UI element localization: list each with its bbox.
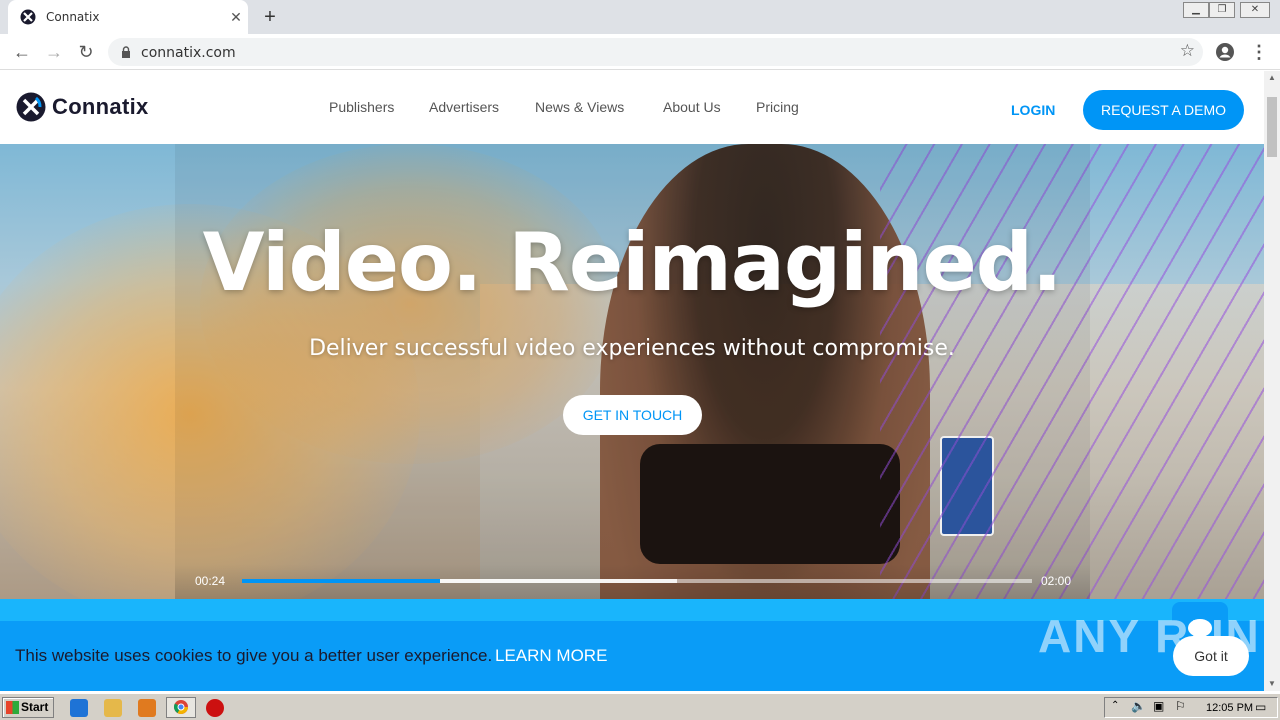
tab-close-icon[interactable]: ✕: [224, 9, 248, 26]
internet-explorer-icon[interactable]: [70, 699, 88, 717]
speaker-icon[interactable]: 🔈: [1131, 699, 1146, 713]
start-label: Start: [21, 700, 49, 714]
tab-title: Connatix: [46, 10, 100, 24]
video-progress-bar[interactable]: [242, 579, 1032, 583]
windows-taskbar: Start ⌃ 🔈 ▣ ⚐ ▭ 12:05 PM: [0, 693, 1280, 720]
profile-avatar-icon[interactable]: [1215, 42, 1235, 62]
browser-tab[interactable]: Connatix ✕: [8, 0, 248, 34]
new-tab-button[interactable]: +: [258, 5, 282, 29]
reload-icon[interactable]: ↻: [74, 40, 98, 64]
login-link[interactable]: LOGIN: [1011, 102, 1055, 118]
current-time: 00:24: [195, 574, 226, 588]
web-page: Connatix Publishers Advertisers News & V…: [0, 71, 1264, 691]
hero-headline: Video. Reimagined.: [202, 216, 1063, 309]
network-icon[interactable]: ▣: [1153, 699, 1164, 713]
connatix-logo-icon: [16, 92, 46, 122]
close-window-button[interactable]: ✕: [1240, 2, 1270, 18]
lock-icon: [122, 46, 130, 58]
got-it-button[interactable]: Got it: [1173, 636, 1249, 676]
page-scrollbar[interactable]: ▲ ▼: [1264, 71, 1280, 691]
browser-toolbar: ← → ↻ connatix.com ☆ ⋮: [0, 34, 1280, 70]
media-player-icon[interactable]: [138, 699, 156, 717]
request-demo-button[interactable]: REQUEST A DEMO: [1083, 90, 1244, 130]
hero-subheadline: Deliver successful video experiences wit…: [309, 336, 955, 361]
address-bar[interactable]: connatix.com ☆: [108, 38, 1203, 66]
minimize-window-button[interactable]: ▁: [1183, 2, 1209, 18]
show-desktop-icon[interactable]: ▭: [1255, 700, 1266, 714]
chrome-icon: [173, 700, 188, 714]
bookmark-star-icon[interactable]: ☆: [1180, 41, 1195, 61]
chrome-taskbar-button[interactable]: [166, 697, 196, 718]
learn-more-link[interactable]: LEARN MORE: [495, 646, 607, 666]
nav-pricing[interactable]: Pricing: [756, 99, 799, 115]
total-time: 02:00: [1041, 574, 1072, 588]
cookie-banner: ANY RUN This website uses cookies to giv…: [0, 599, 1264, 691]
start-button[interactable]: Start: [2, 697, 54, 718]
nav-publishers[interactable]: Publishers: [329, 99, 394, 115]
brand-name: Connatix: [52, 94, 149, 119]
taskbar-clock: 12:05 PM: [1206, 702, 1254, 714]
tray-expand-icon[interactable]: ⌃: [1111, 700, 1119, 711]
played-bar: [242, 579, 440, 583]
forward-arrow-icon[interactable]: →: [42, 40, 66, 64]
connatix-favicon-icon: [20, 9, 36, 25]
menu-kebab-icon[interactable]: ⋮: [1247, 40, 1271, 64]
scroll-down-arrow-icon[interactable]: ▼: [1264, 677, 1280, 691]
cookie-message: This website uses cookies to give you a …: [15, 646, 493, 665]
flag-icon[interactable]: ⚐: [1175, 699, 1186, 713]
url-text: connatix.com: [141, 45, 236, 61]
browser-tab-strip: Connatix ✕ + ▁ ❐ ✕: [0, 0, 1280, 34]
back-arrow-icon[interactable]: ←: [10, 40, 34, 64]
nav-news-views[interactable]: News & Views: [535, 99, 624, 115]
nav-advertisers[interactable]: Advertisers: [429, 99, 499, 115]
connatix-logo[interactable]: Connatix: [16, 92, 149, 122]
site-header: Connatix Publishers Advertisers News & V…: [0, 71, 1264, 144]
restore-window-button[interactable]: ❐: [1209, 2, 1235, 18]
nav-about-us[interactable]: About Us: [663, 99, 721, 115]
stop-sign-icon[interactable]: [206, 699, 224, 717]
get-in-touch-button[interactable]: GET IN TOUCH: [563, 395, 702, 435]
windows-logo-icon: [6, 701, 19, 714]
scrollbar-thumb[interactable]: [1267, 97, 1277, 157]
folder-icon[interactable]: [104, 699, 122, 717]
scroll-up-arrow-icon[interactable]: ▲: [1264, 71, 1280, 85]
